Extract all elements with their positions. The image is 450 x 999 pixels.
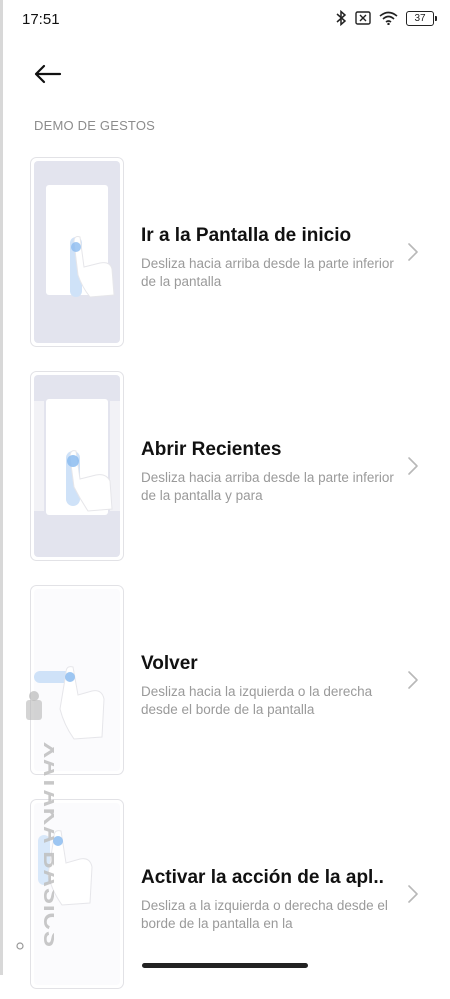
gesture-text: Ir a la Pantalla de inicio Desliza hacia… xyxy=(141,225,406,291)
svg-text:XATAKA BASICS: XATAKA BASICS xyxy=(38,742,54,948)
gesture-illustration-home xyxy=(30,157,124,347)
back-button[interactable] xyxy=(30,58,66,90)
watermark-logo: XATAKA BASICS xyxy=(16,691,54,950)
gesture-text: Volver Desliza hacia la izquierda o la d… xyxy=(141,653,406,719)
gesture-item-recents[interactable]: Abrir Recientes Desliza hacia arriba des… xyxy=(0,371,450,571)
gesture-title: Volver xyxy=(141,653,198,674)
chevron-right-icon xyxy=(408,457,418,475)
gesture-item-app-action[interactable]: Activar la acción de la apl.. Desliza a … xyxy=(0,799,450,999)
status-icons: 37 xyxy=(335,10,437,26)
gesture-description: Desliza a la izquierda o derecha desde e… xyxy=(141,898,388,931)
gesture-description: Desliza hacia arriba desde la parte infe… xyxy=(141,470,394,503)
gesture-item-home[interactable]: Ir a la Pantalla de inicio Desliza hacia… xyxy=(0,157,450,357)
wifi-icon xyxy=(379,11,398,25)
bluetooth-icon xyxy=(336,10,347,26)
gesture-text: Abrir Recientes Desliza hacia arriba des… xyxy=(141,439,406,505)
gesture-item-back[interactable]: Volver Desliza hacia la izquierda o la d… xyxy=(0,585,450,785)
gesture-description: Desliza hacia la izquierda o la derecha … xyxy=(141,684,373,717)
chevron-right-icon xyxy=(408,243,418,261)
gesture-title: Activar la acción de la apl.. xyxy=(141,867,384,888)
home-indicator[interactable] xyxy=(142,963,308,968)
status-bar: 17:51 37 xyxy=(0,0,450,40)
gesture-title: Abrir Recientes xyxy=(141,439,282,460)
gesture-title: Ir a la Pantalla de inicio xyxy=(141,225,352,246)
battery-icon: 37 xyxy=(406,10,437,26)
back-arrow-icon xyxy=(34,64,62,84)
section-header: DEMO DE GESTOS xyxy=(34,118,156,133)
status-time: 17:51 xyxy=(22,11,60,28)
gesture-text: Activar la acción de la apl.. Desliza a … xyxy=(141,867,406,933)
chevron-right-icon xyxy=(408,885,418,903)
gesture-illustration-recents xyxy=(30,371,124,561)
gesture-description: Desliza hacia arriba desde la parte infe… xyxy=(141,256,394,289)
sim-off-icon xyxy=(355,11,371,25)
chevron-right-icon xyxy=(408,671,418,689)
